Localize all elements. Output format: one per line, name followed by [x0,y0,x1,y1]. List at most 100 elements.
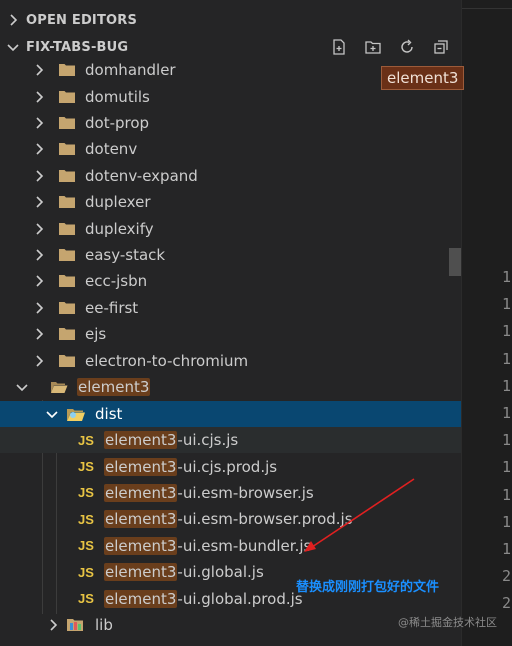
folder-icon [58,90,76,104]
folder-label: duplexer [85,193,151,212]
lib-folder-icon [66,617,86,633]
line-number: 1 [502,268,512,286]
chevron-right-icon [0,143,50,155]
js-file-icon: JS [78,432,94,448]
chevron-right-icon [0,117,50,129]
file-name-rest: -ui.global.js [177,563,264,582]
js-file-icon: JS [78,511,94,527]
explorer-toolbar [327,35,453,59]
folder-icon [58,63,76,77]
folder-label: ee-first [85,298,139,317]
open-editors-header[interactable]: OPEN EDITORS [0,7,461,33]
dist-folder-icon [66,406,86,422]
tree-folder-row[interactable]: ejs [0,321,461,347]
line-number: 1 [502,458,512,477]
folder-icon [58,354,76,368]
file-name-rest: -ui.esm-browser.prod.js [177,510,353,529]
file-name-match: element3 [104,510,178,529]
folder-label: dist [95,405,123,424]
tree-folder-row[interactable]: easy-stack [0,242,461,268]
file-name-match: element3 [104,589,178,608]
folder-icon [58,327,76,341]
js-file-icon: JS [78,591,94,607]
line-number: 1 [502,431,512,450]
line-number: 1 [502,349,512,368]
folder-label: dotenv [85,140,138,159]
tree-folder-lib[interactable]: lib [0,612,461,638]
chevron-right-icon [0,196,50,208]
file-name-rest: -ui.cjs.js [177,431,239,450]
workspace-label: FIX-TABS-BUG [26,39,129,55]
tree-file-row[interactable]: JS element3 -ui.esm-bundler.js [0,533,461,559]
tree-folder-row[interactable]: electron-to-chromium [0,347,461,373]
folder-icon [58,301,76,315]
file-name-match: element3 [104,536,178,555]
line-number: 1 [502,404,512,422]
folder-label: lib [95,616,113,635]
chevron-right-icon [0,14,26,26]
line-number: 2 [502,567,512,586]
new-file-icon[interactable] [327,35,351,59]
chevron-right-icon [0,170,50,182]
file-name-rest: -ui.cjs.prod.js [177,457,278,476]
folder-label: domhandler [85,61,176,80]
refresh-icon[interactable] [395,35,419,59]
chevron-right-icon [0,91,50,103]
tree-folder-row[interactable]: duplexify [0,215,461,241]
line-number: 1 [502,322,512,341]
folder-label: dot-prop [85,113,150,132]
folder-label: domutils [85,87,150,106]
line-number: 1 [502,512,512,531]
folder-label: ejs [85,325,107,344]
folder-icon [58,142,76,156]
js-file-icon: JS [78,538,94,554]
tree-file-row[interactable]: JS element3 -ui.esm-browser.prod.js [0,506,461,532]
file-name-match: element3 [104,457,178,476]
chevron-right-icon [0,223,50,235]
file-name-rest: -ui.esm-browser.js [177,483,314,502]
folder-icon [58,195,76,209]
chevron-right-icon [0,249,50,261]
js-file-icon: JS [78,564,94,580]
folder-open-icon [50,380,68,394]
vertical-scrollbar-thumb[interactable] [449,248,461,276]
chevron-right-icon [0,302,50,314]
tree-file-row[interactable]: JS element3 -ui.esm-browser.js [0,480,461,506]
tree-folder-dist[interactable]: dist [0,401,461,428]
file-name-match: element3 [104,563,178,582]
chevron-right-icon [0,64,50,76]
folder-icon [58,222,76,236]
chevron-right-icon [0,355,50,367]
tree-folder-row[interactable]: dotenv-expand [0,163,461,189]
tree-file-row[interactable]: JS element3 -ui.cjs.prod.js [0,453,461,479]
folder-label: element3 [77,378,151,397]
tree-folder-row[interactable]: ee-first [0,295,461,321]
chevron-right-icon [0,328,50,340]
folder-label: ecc-jsbn [85,272,148,291]
tree-folder-row[interactable]: duplexer [0,189,461,215]
chevron-down-icon [0,382,36,392]
file-name-rest: -ui.global.prod.js [177,589,303,608]
tree-folder-element3[interactable]: element3 [0,374,461,400]
watermark: @稀土掘金技术社区 [398,616,497,629]
tree-folder-row[interactable]: dot-prop [0,110,461,136]
chevron-down-icon [0,42,26,52]
folder-label: dotenv-expand [85,166,198,185]
tree-folder-row[interactable]: dotenv [0,136,461,162]
chevron-right-icon [0,275,50,287]
line-number: 1 [502,485,512,504]
explorer-sidebar: OPEN EDITORS FIX-TABS-BUG domhandler domu… [0,0,461,646]
chevron-right-icon [0,619,62,631]
tree-file-row[interactable]: JS element3 -ui.cjs.js [0,427,461,454]
line-number: 1 [502,540,512,558]
folder-icon [58,248,76,262]
collapse-all-icon[interactable] [429,35,453,59]
annotation-text: 替换成刚刚打包好的文件 [296,580,440,595]
tree-folder-row[interactable]: ecc-jsbn [0,268,461,294]
folder-icon [58,169,76,183]
new-folder-icon[interactable] [361,35,385,59]
line-number: 2 [502,594,512,613]
chevron-down-icon [0,409,62,419]
folder-icon [58,116,76,130]
file-name-match: element3 [104,431,178,450]
